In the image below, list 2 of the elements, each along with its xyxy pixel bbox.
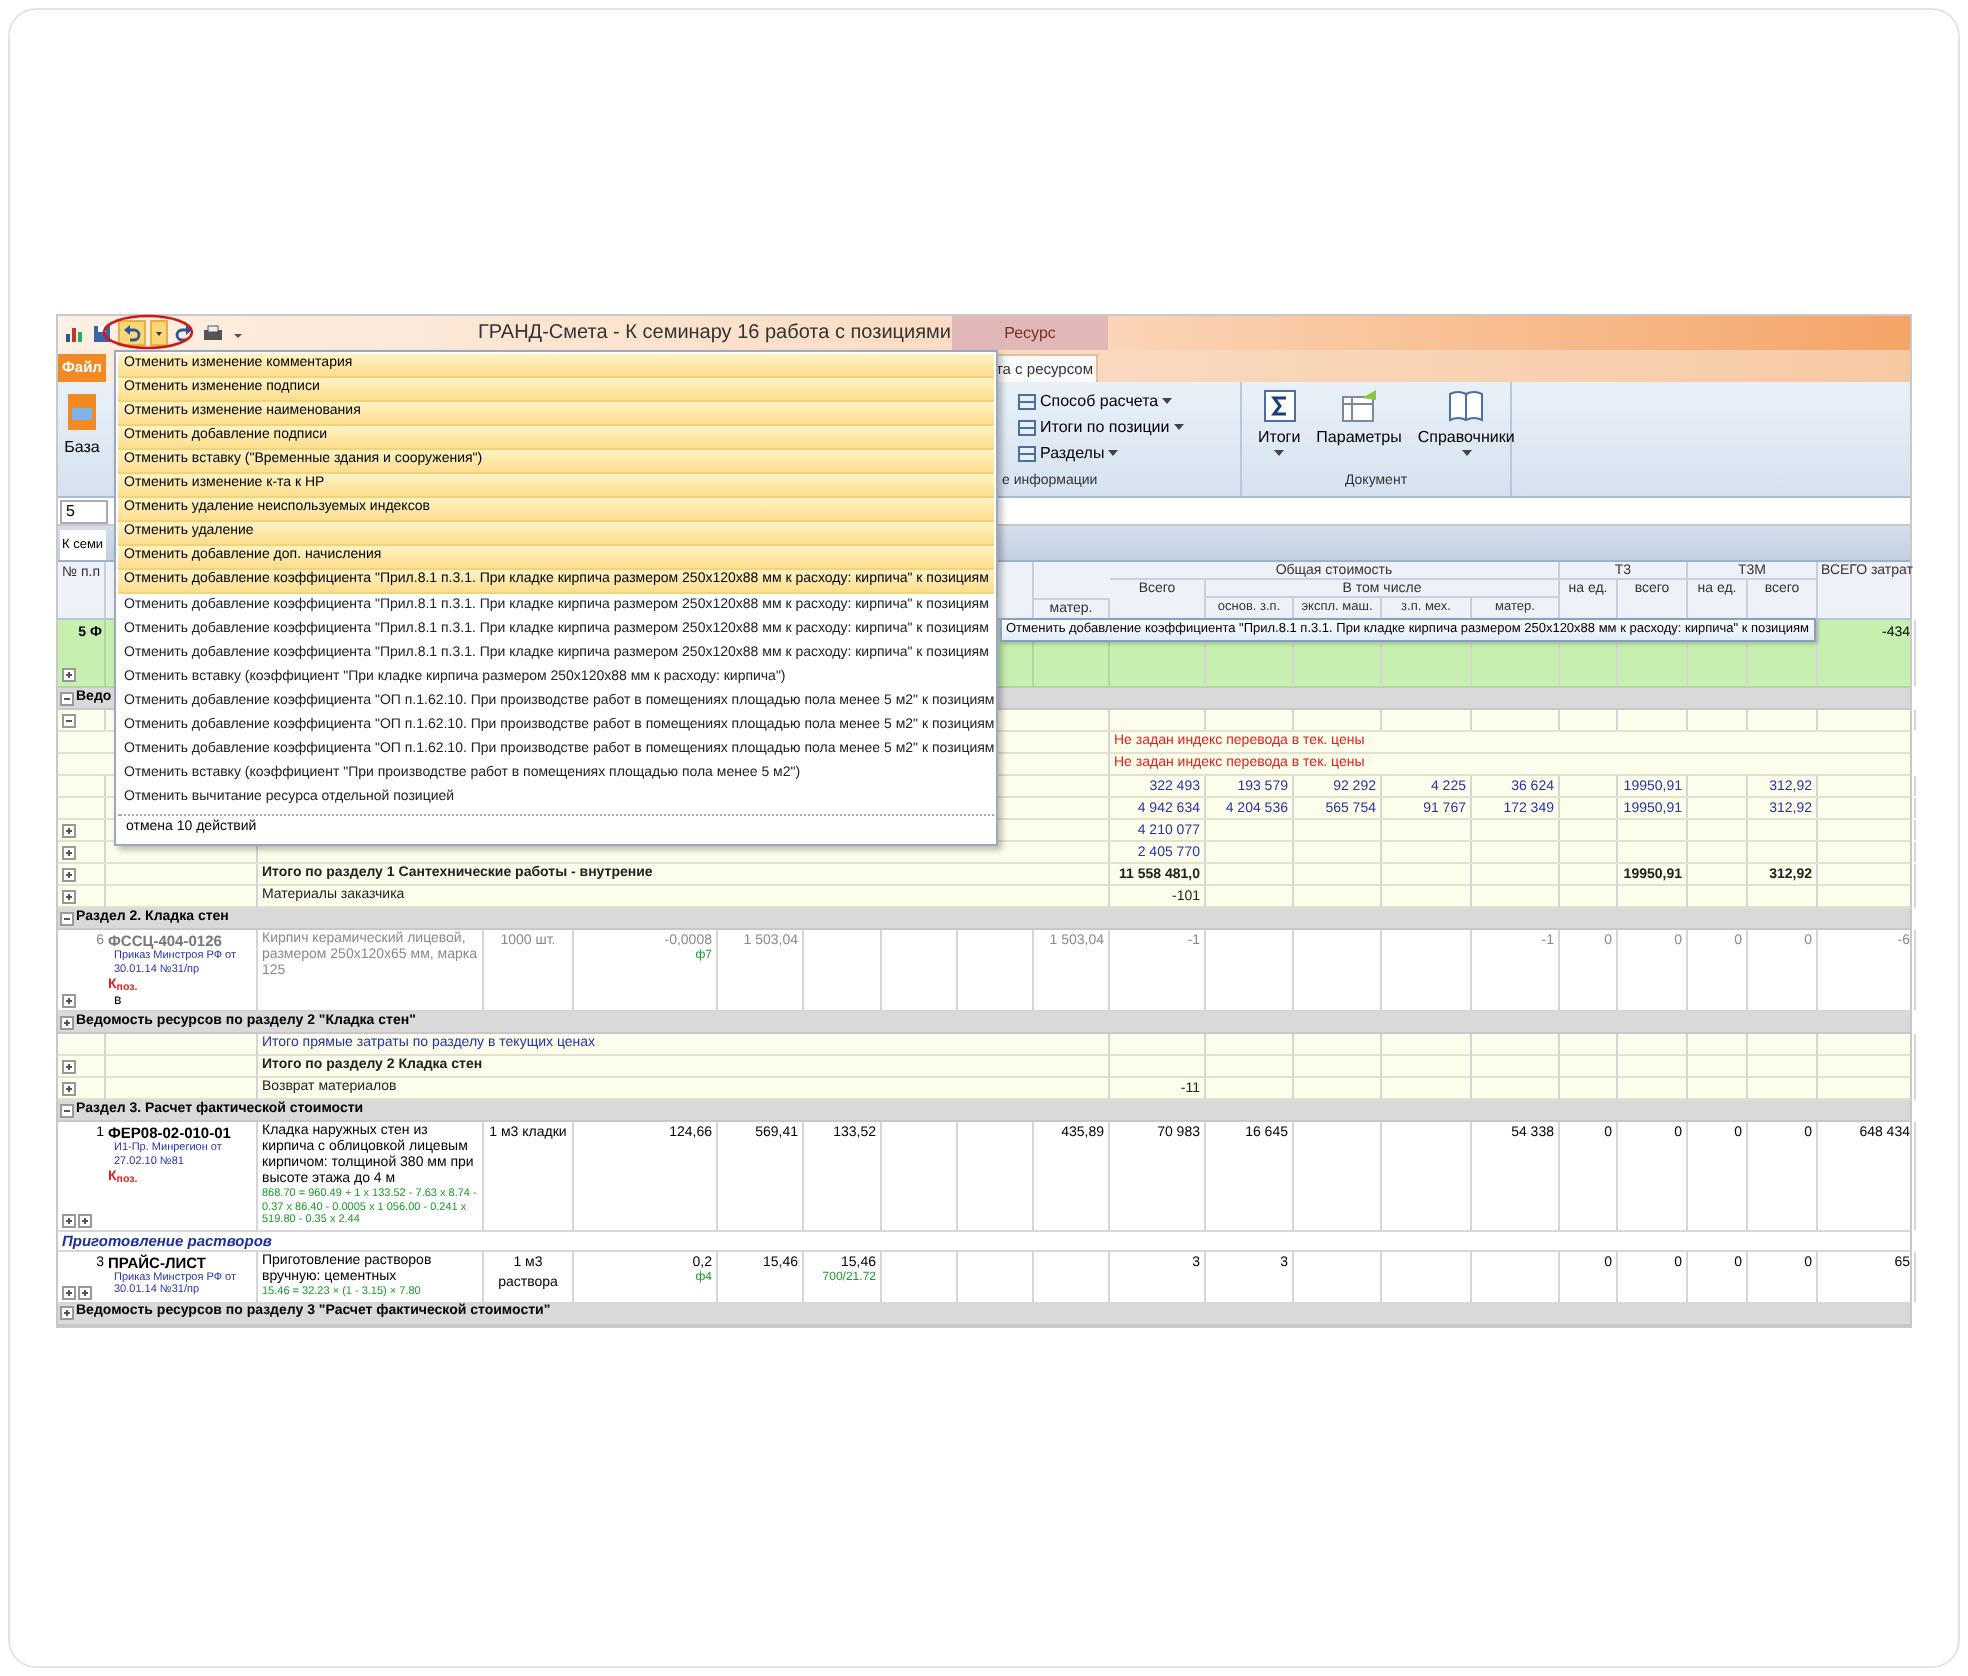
context-tab-title: Ресурс <box>952 316 1108 350</box>
window-title: ГРАНД-Смета - К семинару 16 работа с позициями <box>478 320 951 348</box>
